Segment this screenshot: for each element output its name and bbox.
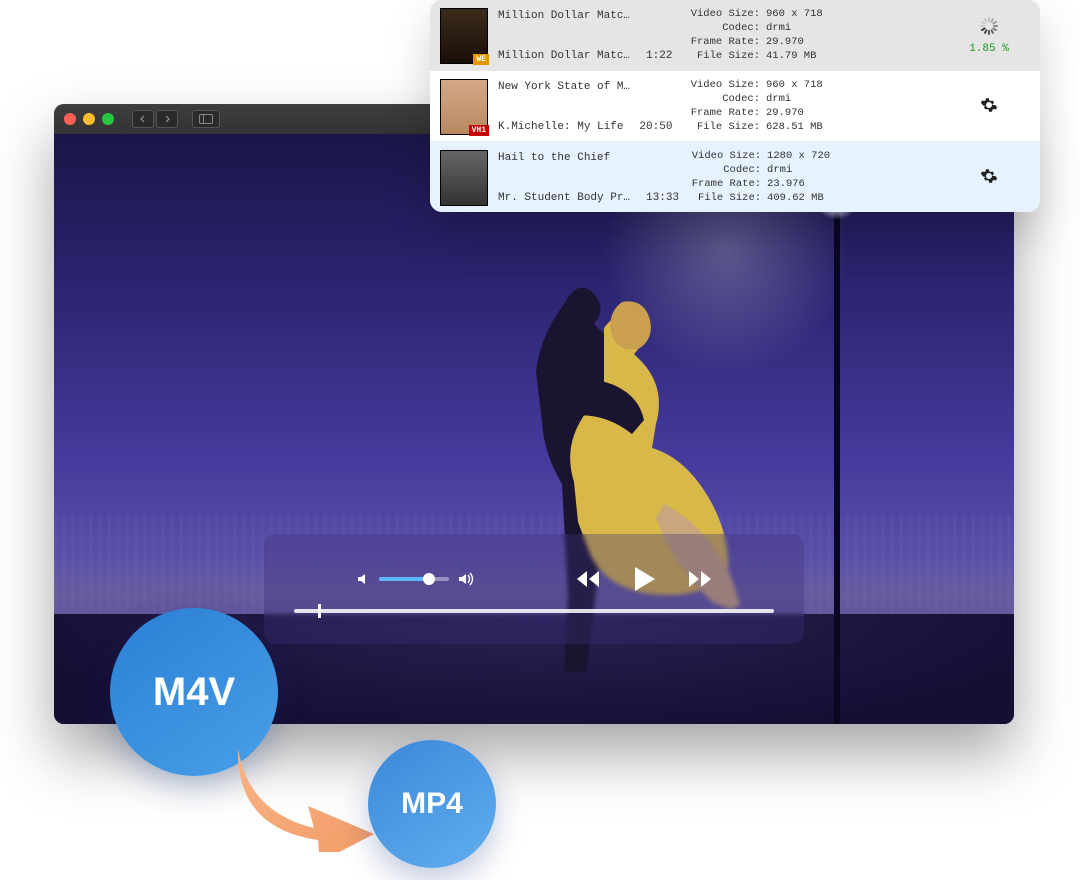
- meta-video-size: 960 x 718: [766, 8, 823, 20]
- play-button[interactable]: [631, 565, 657, 593]
- sidebar-toggle-button[interactable]: [192, 110, 220, 128]
- list-item-status: [950, 150, 1028, 206]
- meta-frame-rate: 29.970: [766, 36, 804, 48]
- player-controls-row: [355, 565, 713, 593]
- conversion-arrow-icon: [228, 742, 378, 852]
- list-item[interactable]: VH1 New York State of M… K.Michelle: My …: [430, 71, 1040, 142]
- target-format-label: MP4: [401, 787, 463, 821]
- meta-codec: drmi: [767, 164, 792, 176]
- list-item-status: 1.85 %: [950, 8, 1028, 64]
- conversion-list-panel: WE Million Dollar Matc… Million Dollar M…: [430, 0, 1040, 212]
- list-item-title: New York State of M…: [498, 81, 678, 93]
- source-format-label: M4V: [153, 670, 235, 715]
- list-item-titles: Million Dollar Matc… Million Dollar Matc…: [498, 8, 678, 64]
- video-thumbnail: [440, 150, 488, 206]
- list-item-meta: Video Size:960 x 718 Codec:drmi Frame Ra…: [688, 8, 940, 64]
- list-item-meta: Video Size:1280 x 720 Codec:drmi Frame R…: [689, 150, 940, 206]
- settings-gear-button[interactable]: [980, 167, 998, 189]
- meta-file-size: 41.79 MB: [766, 50, 816, 62]
- list-item-status: [950, 79, 1028, 135]
- window-traffic-lights: [64, 113, 114, 125]
- seek-bar[interactable]: [294, 609, 774, 613]
- target-format-badge: MP4: [368, 740, 496, 868]
- meta-codec: drmi: [766, 22, 791, 34]
- video-thumbnail: VH1: [440, 79, 488, 135]
- meta-frame-rate: 23.976: [767, 178, 805, 190]
- list-item-duration: 1:22: [646, 50, 672, 62]
- list-item-subtitle: Mr. Student Body Pr…: [498, 192, 630, 204]
- list-item-title: Hail to the Chief: [498, 152, 679, 164]
- video-thumbnail: WE: [440, 8, 488, 64]
- list-item-titles: New York State of M… K.Michelle: My Life…: [498, 79, 678, 135]
- list-item-duration: 20:50: [639, 121, 672, 133]
- volume-control[interactable]: [355, 571, 475, 587]
- player-controls: [264, 534, 804, 644]
- volume-high-icon: [457, 571, 475, 587]
- list-item-subtitle: Million Dollar Matc…: [498, 50, 630, 62]
- fast-forward-button[interactable]: [687, 569, 713, 589]
- nav-buttons: [132, 110, 178, 128]
- list-item-meta: Video Size:960 x 718 Codec:drmi Frame Ra…: [688, 79, 940, 135]
- list-item[interactable]: Hail to the Chief Mr. Student Body Pr… 1…: [430, 142, 1040, 212]
- volume-low-icon: [355, 571, 371, 587]
- thumbnail-network-tag: WE: [473, 54, 489, 65]
- thumbnail-network-tag: VH1: [469, 125, 489, 136]
- minimize-window-button[interactable]: [83, 113, 95, 125]
- list-item-subtitle: K.Michelle: My Life: [498, 121, 623, 133]
- settings-gear-button[interactable]: [980, 96, 998, 118]
- scene-lamppost: [834, 194, 840, 724]
- nav-forward-button[interactable]: [156, 110, 178, 128]
- meta-file-size: 628.51 MB: [766, 121, 823, 133]
- meta-file-size: 409.62 MB: [767, 192, 824, 204]
- meta-codec: drmi: [766, 93, 791, 105]
- seek-thumb[interactable]: [318, 604, 321, 618]
- nav-back-button[interactable]: [132, 110, 154, 128]
- close-window-button[interactable]: [64, 113, 76, 125]
- list-item-title: Million Dollar Matc…: [498, 10, 678, 22]
- loading-spinner-icon: [980, 17, 998, 35]
- maximize-window-button[interactable]: [102, 113, 114, 125]
- list-item-duration: 13:33: [646, 192, 679, 204]
- list-item[interactable]: WE Million Dollar Matc… Million Dollar M…: [430, 0, 1040, 71]
- meta-frame-rate: 29.970: [766, 107, 804, 119]
- meta-video-size: 1280 x 720: [767, 150, 830, 162]
- meta-video-size: 960 x 718: [766, 79, 823, 91]
- volume-slider[interactable]: [379, 577, 449, 581]
- list-item-titles: Hail to the Chief Mr. Student Body Pr… 1…: [498, 150, 679, 206]
- rewind-button[interactable]: [575, 569, 601, 589]
- progress-percent: 1.85 %: [969, 43, 1009, 55]
